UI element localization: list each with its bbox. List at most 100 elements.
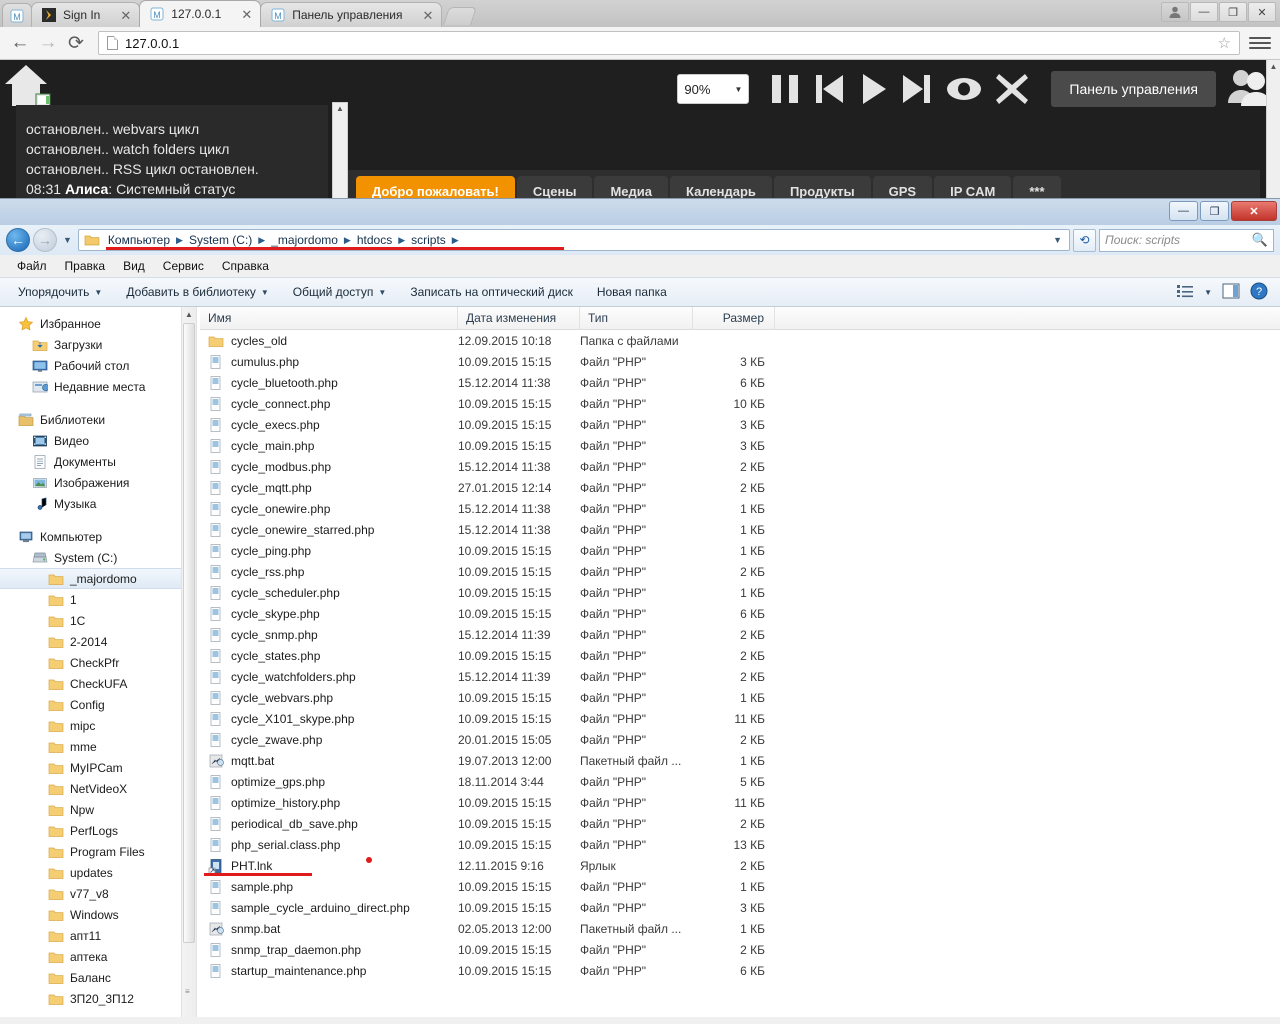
table-row[interactable]: cycle_bluetooth.php15.12.2014 11:38Файл …	[200, 372, 1280, 393]
scroll-up-icon[interactable]: ▲	[182, 307, 196, 323]
table-row[interactable]: cycle_zwave.php20.01.2015 15:05Файл "PHP…	[200, 729, 1280, 750]
column-header-type[interactable]: Тип	[580, 307, 693, 330]
scrollbar-thumb[interactable]	[183, 323, 195, 943]
webapp-scrollbar[interactable]: ▲	[1266, 60, 1280, 205]
sidebar-item[interactable]: Видео	[0, 430, 196, 451]
scroll-up-icon[interactable]: ▲	[1267, 60, 1280, 74]
tab-close-icon[interactable]: ✕	[120, 9, 131, 22]
table-row[interactable]: snmp_trap_daemon.php10.09.2015 15:15Файл…	[200, 939, 1280, 960]
view-options-icon[interactable]	[1177, 284, 1194, 301]
sidebar-item[interactable]: CheckPfr	[0, 652, 196, 673]
log-scrollbar[interactable]: ▲	[332, 102, 348, 205]
column-header-size[interactable]: Размер	[693, 307, 775, 330]
table-row[interactable]: periodical_db_save.php10.09.2015 15:15Фа…	[200, 813, 1280, 834]
sidebar-item[interactable]: Program Files	[0, 841, 196, 862]
menu-icon[interactable]	[1246, 29, 1274, 57]
browser-tab[interactable]: M127.0.0.1✕	[139, 0, 261, 27]
table-row[interactable]: cycle_connect.php10.09.2015 15:15Файл "P…	[200, 393, 1280, 414]
sidebar-item[interactable]: Рабочий стол	[0, 355, 196, 376]
eye-icon[interactable]	[944, 71, 984, 107]
menu-item[interactable]: Справка	[213, 257, 278, 275]
table-row[interactable]: php_serial.class.php10.09.2015 15:15Файл…	[200, 834, 1280, 855]
recent-pages-icon[interactable]: ▼	[60, 235, 75, 245]
sidebar-item[interactable]: Документы	[0, 451, 196, 472]
command-button[interactable]: Упорядочить▼	[6, 281, 114, 303]
sidebar-item[interactable]: updates	[0, 862, 196, 883]
sidebar-item[interactable]: MyIPCam	[0, 757, 196, 778]
table-row[interactable]: cycle_X101_skype.php10.09.2015 15:15Файл…	[200, 708, 1280, 729]
sidebar-item[interactable]: Недавние места	[0, 376, 196, 397]
column-header-name[interactable]: Имя	[200, 307, 458, 330]
table-row[interactable]: cycle_scheduler.php10.09.2015 15:15Файл …	[200, 582, 1280, 603]
table-row[interactable]: snmp.bat02.05.2013 12:00Пакетный файл ..…	[200, 918, 1280, 939]
tab-close-icon[interactable]: ✕	[241, 8, 252, 21]
reload-icon[interactable]: ⟳	[62, 29, 90, 57]
explorer-forward-button[interactable]: →	[33, 228, 57, 252]
new-tab-button[interactable]	[443, 7, 477, 25]
explorer-titlebar[interactable]: — ❐ ✕	[0, 199, 1280, 225]
explorer-back-button[interactable]: ←	[6, 228, 30, 252]
sidebar-item[interactable]: v77_v8	[0, 883, 196, 904]
sidebar-item[interactable]: Npw	[0, 799, 196, 820]
table-row[interactable]: cycle_states.php10.09.2015 15:15Файл "PH…	[200, 645, 1280, 666]
bookmark-star-icon[interactable]: ☆	[1218, 34, 1231, 52]
table-row[interactable]: cycle_onewire_starred.php15.12.2014 11:3…	[200, 519, 1280, 540]
table-row[interactable]: startup_maintenance.php10.09.2015 15:15Ф…	[200, 960, 1280, 981]
back-icon[interactable]: ←	[6, 29, 34, 57]
table-row[interactable]: optimize_gps.php18.11.2014 3:44Файл "PHP…	[200, 771, 1280, 792]
sidebar-item[interactable]: Загрузки	[0, 334, 196, 355]
sidebar-item[interactable]: аптека	[0, 946, 196, 967]
table-row[interactable]: sample.php10.09.2015 15:15Файл "PHP"1 КБ	[200, 876, 1280, 897]
sidebar-item[interactable]: Избранное	[0, 313, 196, 334]
table-row[interactable]: mqtt.bat19.07.2013 12:00Пакетный файл ..…	[200, 750, 1280, 771]
pause-icon[interactable]	[768, 71, 802, 107]
close-icon[interactable]	[994, 71, 1030, 107]
sidebar-item[interactable]: апт11	[0, 925, 196, 946]
explorer-maximize-button[interactable]: ❐	[1200, 201, 1229, 221]
sidebar-item[interactable]: PerfLogs	[0, 820, 196, 841]
command-button[interactable]: Новая папка	[585, 281, 679, 303]
table-row[interactable]: cycle_watchfolders.php15.12.2014 11:39Фа…	[200, 666, 1280, 687]
sidebar-item[interactable]: 1C	[0, 610, 196, 631]
search-input[interactable]: Поиск: scripts 🔍	[1099, 229, 1274, 252]
table-row[interactable]: cycle_main.php10.09.2015 15:15Файл "PHP"…	[200, 435, 1280, 456]
sidebar-item[interactable]: mipc	[0, 715, 196, 736]
menu-item[interactable]: Вид	[114, 257, 154, 275]
sidebar-item[interactable]: Компьютер	[0, 526, 196, 547]
previous-icon[interactable]	[812, 71, 846, 107]
breadcrumb-separator-icon[interactable]: ▶	[451, 235, 460, 246]
menu-item[interactable]: Правка	[56, 257, 115, 275]
table-row[interactable]: cycle_webvars.php10.09.2015 15:15Файл "P…	[200, 687, 1280, 708]
explorer-close-button[interactable]: ✕	[1231, 201, 1277, 221]
table-row[interactable]: cycle_onewire.php15.12.2014 11:38Файл "P…	[200, 498, 1280, 519]
next-icon[interactable]	[900, 71, 934, 107]
table-row[interactable]: cycle_modbus.php15.12.2014 11:38Файл "PH…	[200, 456, 1280, 477]
menu-item[interactable]: Файл	[8, 257, 56, 275]
command-button[interactable]: Записать на оптический диск	[398, 281, 585, 303]
browser-minimize-button[interactable]: —	[1190, 2, 1218, 22]
command-button[interactable]: Общий доступ▼	[281, 281, 399, 303]
sidebar-item[interactable]: Баланс	[0, 967, 196, 988]
browser-tab[interactable]: Sign In✕	[31, 2, 140, 27]
sidebar-item[interactable]: System (C:)	[0, 547, 196, 568]
sidebar-item[interactable]: Config	[0, 694, 196, 715]
table-row[interactable]: cycle_skype.php10.09.2015 15:15Файл "PHP…	[200, 603, 1280, 624]
breadcrumb-dropdown-icon[interactable]: ▼	[1053, 235, 1066, 245]
browser-close-button[interactable]: ✕	[1248, 2, 1276, 22]
table-row[interactable]: sample_cycle_arduino_direct.php10.09.201…	[200, 897, 1280, 918]
scroll-up-icon[interactable]: ▲	[333, 103, 347, 115]
table-row[interactable]: cycles_old12.09.2015 10:18Папка с файлам…	[200, 330, 1280, 351]
column-header-date[interactable]: Дата изменения	[458, 307, 580, 330]
command-button[interactable]: Добавить в библиотеку▼	[114, 281, 280, 303]
address-bar[interactable]: 127.0.0.1 ☆	[98, 31, 1240, 55]
table-row[interactable]: cycle_rss.php10.09.2015 15:15Файл "PHP"2…	[200, 561, 1280, 582]
sidebar-item[interactable]: Библиотеки	[0, 409, 196, 430]
explorer-minimize-button[interactable]: —	[1169, 201, 1198, 221]
table-row[interactable]: cycle_execs.php10.09.2015 15:15Файл "PHP…	[200, 414, 1280, 435]
refresh-button[interactable]: ⟲	[1073, 229, 1096, 252]
preview-pane-icon[interactable]	[1222, 283, 1240, 302]
sidebar-item[interactable]: Музыка	[0, 493, 196, 514]
sidebar-item[interactable]: 2-2014	[0, 631, 196, 652]
sidebar-item[interactable]: 3П20_3П12	[0, 988, 196, 1009]
sidebar-item[interactable]: Изображения	[0, 472, 196, 493]
